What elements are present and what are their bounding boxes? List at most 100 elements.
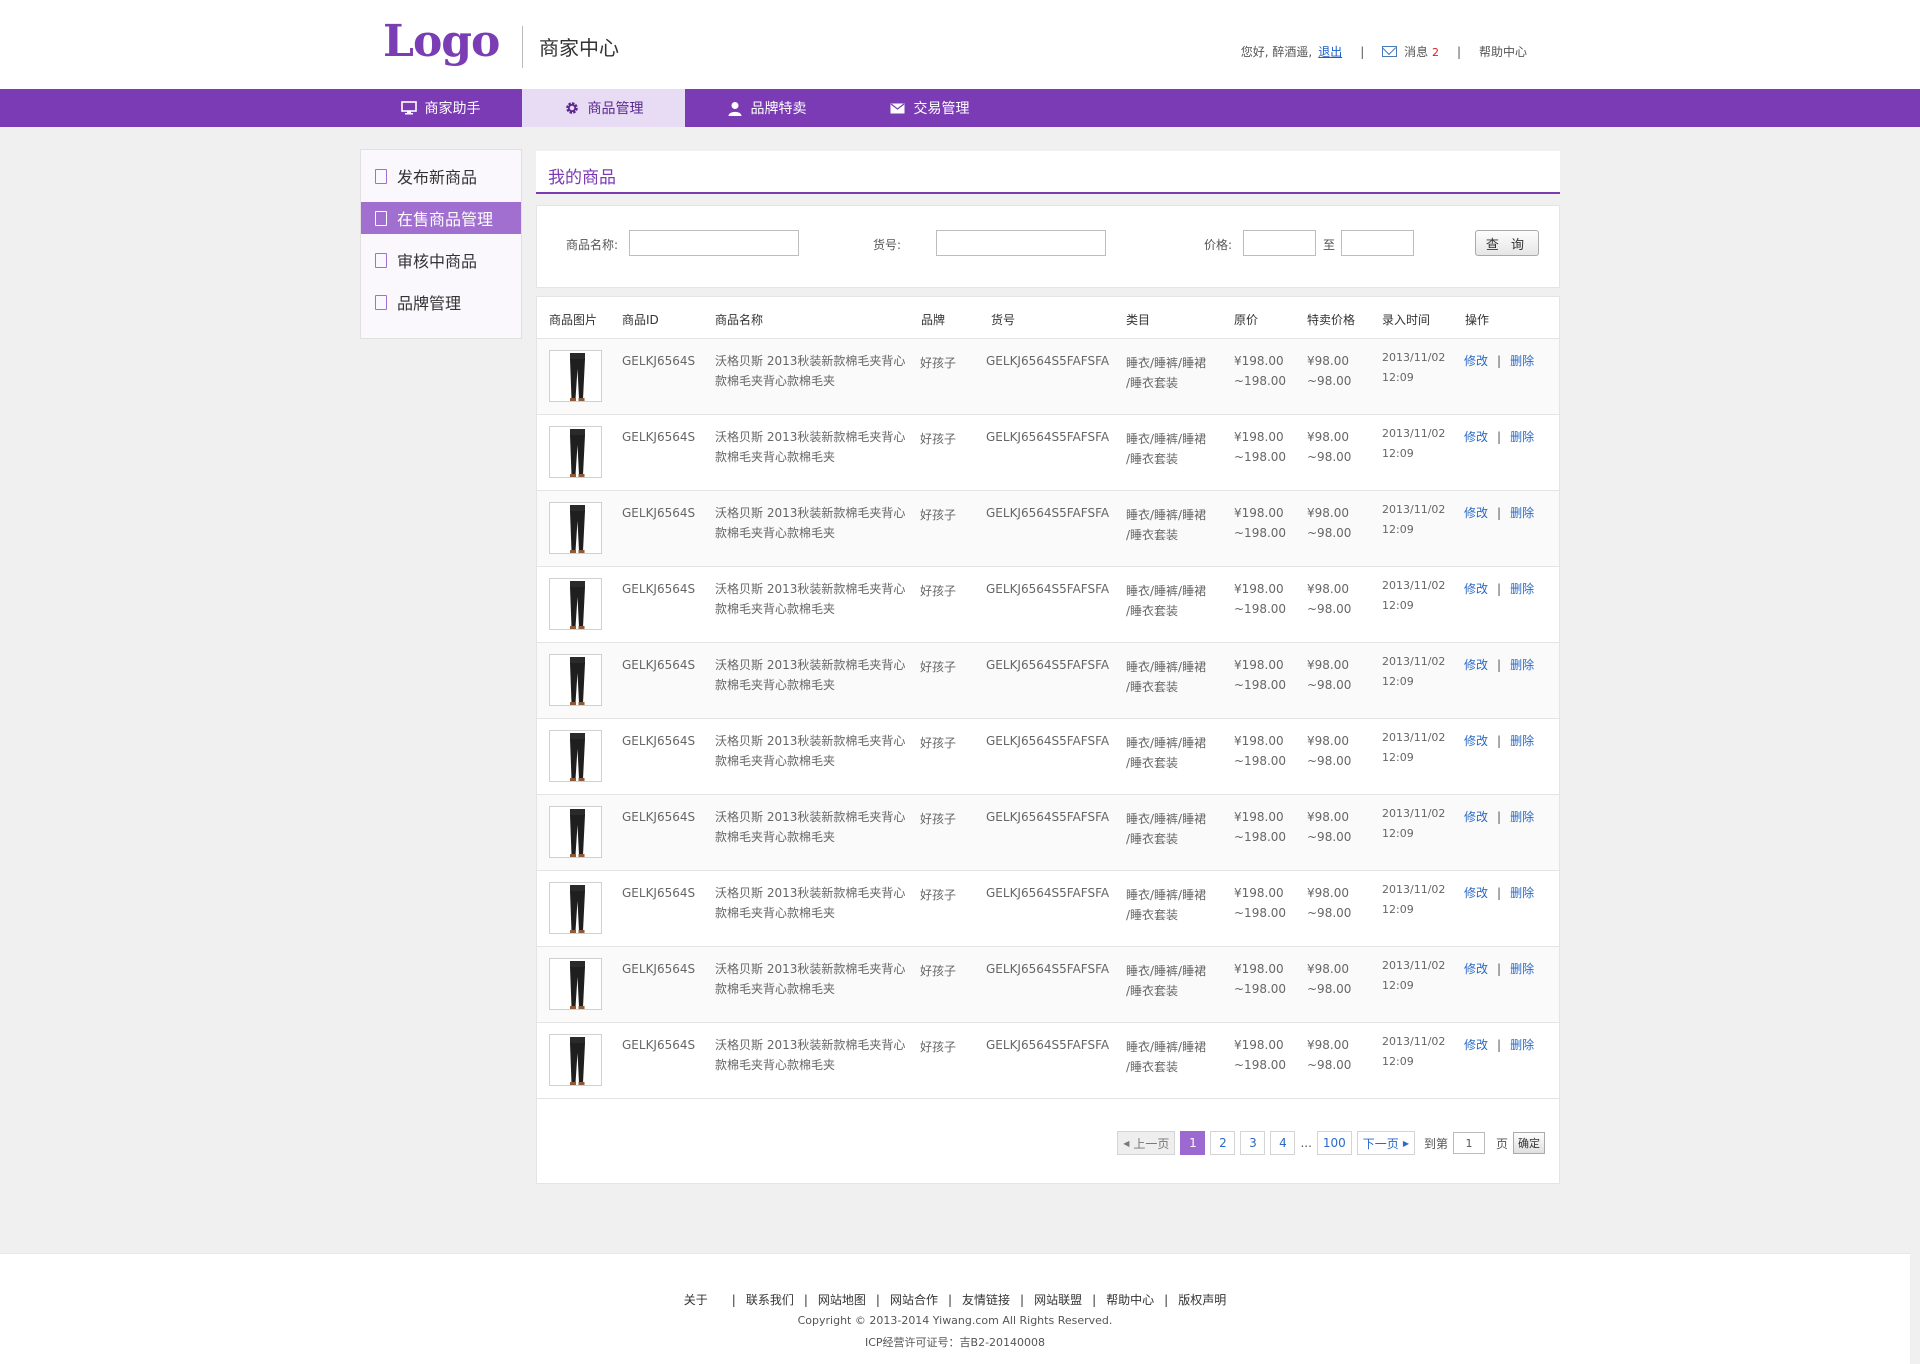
footer-link[interactable]: 网站合作 <box>890 1293 938 1307</box>
product-sale-price: ¥98.00 ~98.00 <box>1307 731 1351 771</box>
product-thumbnail[interactable] <box>549 882 602 934</box>
chevron-right-icon: ▶ <box>1402 1138 1409 1148</box>
sidebar-item-brand[interactable]: 品牌管理 <box>361 286 521 318</box>
edit-link[interactable]: 修改 <box>1464 962 1488 976</box>
delete-link[interactable]: 删除 <box>1510 506 1534 520</box>
product-price: ¥198.00 ~198.00 <box>1234 427 1286 467</box>
page-button[interactable]: 1 <box>1180 1131 1206 1155</box>
sidebar-item-on-sale[interactable]: 在售商品管理 <box>361 202 521 234</box>
page-button[interactable]: 2 <box>1210 1131 1236 1155</box>
time-line: 12:09 <box>1382 371 1414 384</box>
row-actions: 修改 | 删除 <box>1464 959 1534 979</box>
delete-link[interactable]: 删除 <box>1510 658 1534 672</box>
product-thumbnail[interactable] <box>549 1034 602 1086</box>
page-button[interactable]: 4 <box>1270 1131 1296 1155</box>
sidebar-item-under-review[interactable]: 审核中商品 <box>361 244 521 276</box>
page-button[interactable]: 3 <box>1240 1131 1266 1155</box>
nav-merchant-assistant[interactable]: 商家助手 <box>359 89 522 127</box>
price-max-input[interactable] <box>1341 230 1414 256</box>
sku-label: 货号: <box>873 238 902 252</box>
row-actions: 修改 | 删除 <box>1464 731 1534 751</box>
footer-link[interactable]: 关于 <box>684 1293 708 1307</box>
page-button-last[interactable]: 100 <box>1316 1131 1352 1155</box>
delete-link[interactable]: 删除 <box>1510 430 1534 444</box>
product-thumbnail[interactable] <box>549 654 602 706</box>
prev-page-button[interactable]: ◀ 上一页 <box>1117 1131 1176 1155</box>
search-form: 商品名称: 货号: 价格: 至 查 询 <box>536 205 1560 288</box>
product-category: 睡衣/睡裤/睡裙 /睡衣套装 <box>1126 809 1206 849</box>
edit-link[interactable]: 修改 <box>1464 886 1488 900</box>
col-date: 录入时间 <box>1382 313 1431 327</box>
sale-price-line: ~98.00 <box>1307 526 1352 540</box>
product-sale-price: ¥98.00 ~98.00 <box>1307 959 1351 999</box>
product-name-input[interactable] <box>629 230 799 256</box>
footer-link[interactable]: 网站联盟 <box>1034 1293 1082 1307</box>
product-name-line: 款棉毛夹背心款棉毛夹 <box>715 450 836 464</box>
logo[interactable]: Logo <box>383 16 500 67</box>
product-sale-price: ¥98.00 ~98.00 <box>1307 883 1351 923</box>
product-sku: GELKJ6564S5FAFSFA <box>986 506 1110 520</box>
delete-link[interactable]: 删除 <box>1510 1038 1534 1052</box>
nav-trade-management[interactable]: 交易管理 <box>848 89 1011 127</box>
edit-link[interactable]: 修改 <box>1464 1038 1488 1052</box>
product-brand: 好孩子 <box>920 584 957 598</box>
product-date: 2013/11/02 12:09 <box>1382 880 1445 920</box>
edit-link[interactable]: 修改 <box>1464 810 1488 824</box>
product-sale-price: ¥98.00 ~98.00 <box>1307 655 1351 695</box>
delete-link[interactable]: 删除 <box>1510 962 1534 976</box>
messages-link[interactable]: 消息 2 <box>1382 43 1439 60</box>
greeting: 您好, 醉酒遥, <box>1240 45 1313 59</box>
footer-link[interactable]: 网站地图 <box>818 1293 866 1307</box>
delete-link[interactable]: 删除 <box>1510 354 1534 368</box>
delete-link[interactable]: 删除 <box>1510 734 1534 748</box>
product-table: 商品图片 商品ID 商品名称 品牌 货号 类目 原价 特卖价格 录入时间 操作 … <box>536 296 1560 1184</box>
edit-link[interactable]: 修改 <box>1464 430 1488 444</box>
time-line: 12:09 <box>1382 751 1414 764</box>
product-thumbnail[interactable] <box>549 350 602 402</box>
edit-link[interactable]: 修改 <box>1464 734 1488 748</box>
product-date: 2013/11/02 12:09 <box>1382 804 1445 844</box>
query-button[interactable]: 查 询 <box>1475 230 1539 256</box>
product-thumbnail[interactable] <box>549 502 602 554</box>
logout-link[interactable]: 退出 <box>1318 43 1342 60</box>
sale-price-line: ¥98.00 <box>1307 810 1349 824</box>
category-line: 睡衣/睡裤/睡裙 <box>1126 964 1207 978</box>
footer-link[interactable]: 版权声明 <box>1178 1293 1226 1307</box>
product-price: ¥198.00 ~198.00 <box>1234 731 1286 771</box>
product-thumbnail[interactable] <box>549 730 602 782</box>
product-name-line: 沃格贝斯 2013秋装新款棉毛夹背心 <box>715 810 906 824</box>
product-thumbnail[interactable] <box>549 426 602 478</box>
edit-link[interactable]: 修改 <box>1464 582 1488 596</box>
price-min-input[interactable] <box>1243 230 1316 256</box>
product-thumbnail[interactable] <box>549 806 602 858</box>
edit-link[interactable]: 修改 <box>1464 506 1488 520</box>
product-sale-price: ¥98.00 ~98.00 <box>1307 351 1351 391</box>
col-category: 类目 <box>1126 313 1151 327</box>
delete-link[interactable]: 删除 <box>1510 886 1534 900</box>
nav-product-management[interactable]: 商品管理 <box>522 89 685 127</box>
category-line: /睡衣套装 <box>1126 376 1179 390</box>
help-center-link[interactable]: 帮助中心 <box>1479 43 1527 60</box>
goto-confirm-button[interactable]: 确定 <box>1513 1132 1545 1154</box>
edit-link[interactable]: 修改 <box>1464 354 1488 368</box>
col-brand: 品牌 <box>921 313 946 327</box>
next-page-button[interactable]: 下一页 ▶ <box>1356 1131 1415 1155</box>
sku-input[interactable] <box>936 230 1106 256</box>
footer-link[interactable]: 帮助中心 <box>1106 1293 1154 1307</box>
goto-page-input[interactable]: 1 <box>1452 1132 1485 1154</box>
footer-link[interactable]: 友情链接 <box>962 1293 1010 1307</box>
edit-link[interactable]: 修改 <box>1464 658 1488 672</box>
footer-link[interactable]: 联系我们 <box>746 1293 794 1307</box>
nav-brand-sale[interactable]: 品牌特卖 <box>685 89 848 127</box>
product-thumbnail[interactable] <box>549 958 602 1010</box>
delete-link[interactable]: 删除 <box>1510 810 1534 824</box>
product-name: 沃格贝斯 2013秋装新款棉毛夹背心 款棉毛夹背心款棉毛夹 <box>715 959 905 999</box>
price-line: ¥198.00 <box>1234 810 1284 824</box>
delete-link[interactable]: 删除 <box>1510 582 1534 596</box>
sidebar-item-publish[interactable]: 发布新商品 <box>361 160 521 192</box>
table-row: GELKJ6564S 沃格贝斯 2013秋装新款棉毛夹背心 款棉毛夹背心款棉毛夹… <box>537 339 1559 415</box>
product-date: 2013/11/02 12:09 <box>1382 956 1445 996</box>
product-thumbnail[interactable] <box>549 578 602 630</box>
price-line: ~198.00 <box>1234 1058 1287 1072</box>
time-line: 12:09 <box>1382 599 1414 612</box>
